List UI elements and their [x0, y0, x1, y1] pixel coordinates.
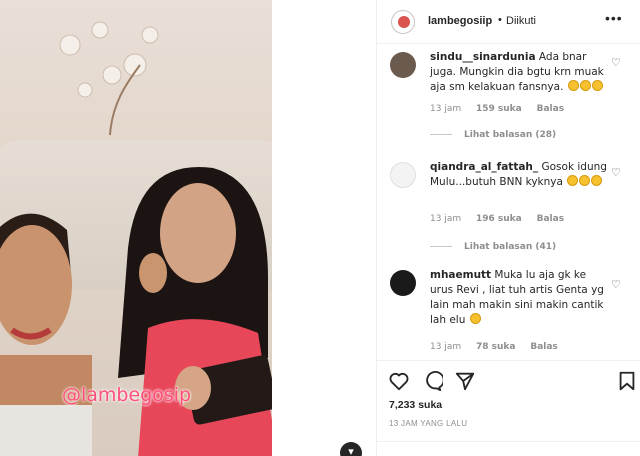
comment-meta: 13 jam 78 suka Balas — [430, 342, 570, 352]
account-avatar[interactable] — [391, 10, 415, 34]
laughing-emoji-icon — [579, 80, 591, 91]
comment-time: 13 jam — [430, 214, 462, 224]
view-replies[interactable]: Lihat balasan (41) — [430, 242, 556, 252]
post-like-count[interactable]: 7,233 suka — [389, 399, 442, 411]
view-replies-label: Lihat balasan (28) — [464, 130, 557, 140]
comment-body: qiandra_al_fattah_ Gosok idung Mulu...bu… — [430, 160, 610, 190]
post-actions: 7,233 suka 13 JAM YANG LALU — [377, 360, 640, 456]
page-gap — [272, 0, 376, 456]
laughing-emoji-icon — [567, 80, 579, 91]
comment-time: 13 jam — [430, 104, 462, 114]
person-right-figure — [118, 167, 272, 456]
comment-like-icon[interactable]: ♡ — [611, 278, 621, 291]
share-icon[interactable] — [454, 370, 476, 392]
post-timestamp: 13 JAM YANG LALU — [389, 419, 468, 428]
post-media[interactable]: @lambegosip — [0, 0, 272, 456]
reply-button[interactable]: Balas — [537, 214, 564, 224]
commenter-username[interactable]: qiandra_al_fattah_ — [430, 161, 538, 173]
account-username[interactable]: lambegosiip — [428, 15, 492, 27]
comment-like-icon[interactable]: ♡ — [611, 56, 621, 69]
post-header: lambegosiip • Diikuti ••• — [377, 0, 640, 44]
heart-icon[interactable] — [388, 370, 410, 392]
post-sidebar: lambegosiip • Diikuti ••• sindu__sinardu… — [376, 0, 640, 456]
laughing-emoji-icon — [591, 80, 603, 91]
more-options-icon[interactable]: ••• — [605, 10, 623, 26]
comment-like-icon[interactable]: ♡ — [611, 166, 621, 179]
view-replies[interactable]: Lihat balasan (28) — [430, 130, 556, 140]
comment-likes[interactable]: 159 suka — [476, 104, 522, 114]
header-separator: • — [498, 14, 502, 26]
follow-status[interactable]: Diikuti — [506, 15, 536, 27]
commenter-avatar[interactable] — [390, 162, 416, 188]
comment-meta: 13 jam 159 suka Balas — [430, 104, 576, 114]
laughing-emoji-icon — [591, 175, 603, 186]
reply-button[interactable]: Balas — [530, 342, 557, 352]
commenter-username[interactable]: mhaemutt — [430, 269, 491, 281]
view-replies-label: Lihat balasan (41) — [464, 242, 557, 252]
laughing-emoji-icon — [579, 175, 591, 186]
chevron-down-icon: ▾ — [348, 446, 354, 456]
reply-button[interactable]: Balas — [537, 104, 564, 114]
comment-likes[interactable]: 196 suka — [476, 214, 522, 224]
commenter-avatar[interactable] — [390, 270, 416, 296]
person-left-figure — [0, 213, 92, 456]
smiling-emoji-icon — [469, 313, 481, 324]
comment-likes[interactable]: 78 suka — [476, 342, 515, 352]
watermark-text: @lambegosip — [62, 384, 192, 406]
bookmark-icon[interactable] — [616, 370, 638, 392]
commenter-avatar[interactable] — [390, 52, 416, 78]
divider — [377, 441, 640, 442]
comment-body: sindu__sinardunia Ada bnar juga. Mungkin… — [430, 50, 610, 95]
comment-time: 13 jam — [430, 342, 462, 352]
comment-meta: 13 jam 196 suka Balas — [430, 214, 576, 224]
wall-flower-decoration — [59, 21, 159, 135]
comment-icon[interactable] — [421, 370, 443, 392]
comment-body: mhaemutt Muka lu aja gk ke urus Revi , l… — [430, 268, 610, 328]
laughing-emoji-icon — [567, 175, 579, 186]
commenter-username[interactable]: sindu__sinardunia — [430, 51, 536, 63]
